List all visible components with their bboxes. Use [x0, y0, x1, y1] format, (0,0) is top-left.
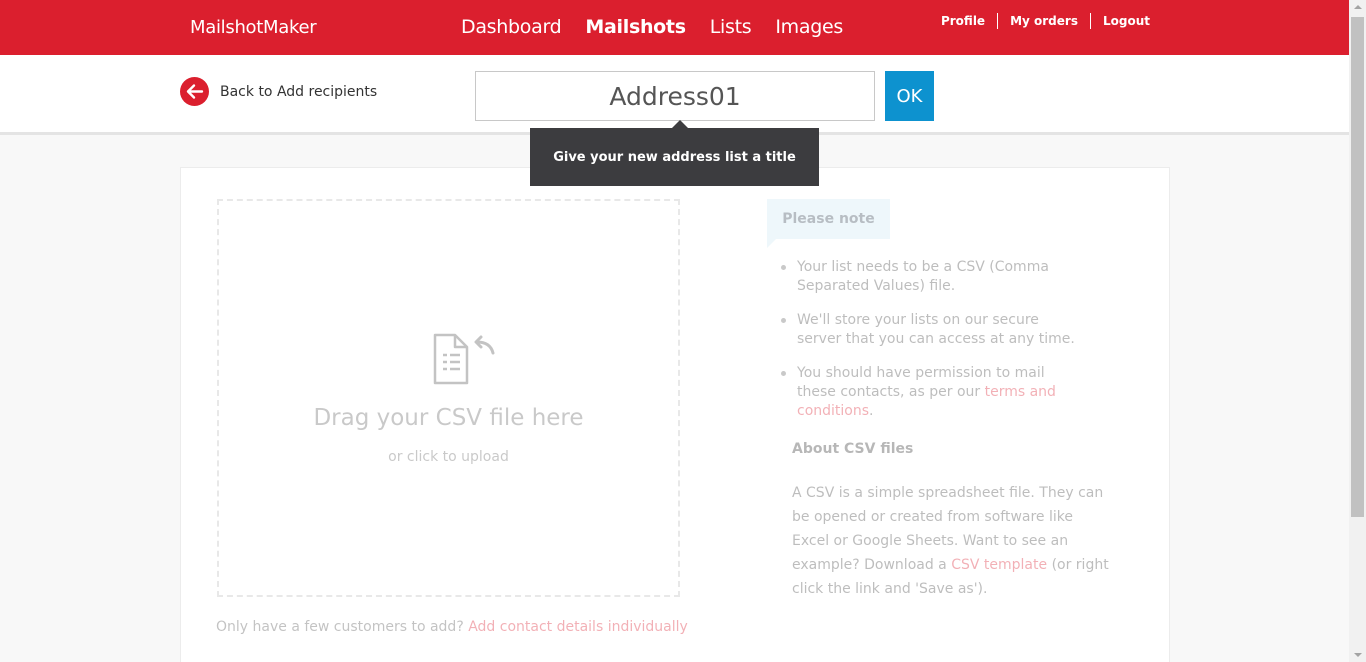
dropzone-subtitle: or click to upload: [388, 449, 509, 465]
ok-button[interactable]: OK: [885, 71, 934, 121]
user-nav: Profile My orders Logout: [929, 13, 1150, 29]
about-csv-text: A CSV is a simple spreadsheet file. They…: [792, 481, 1114, 601]
note-item: Your list needs to be a CSV (Comma Separ…: [779, 258, 1079, 296]
scroll-thumb[interactable]: [1351, 17, 1364, 517]
logout-link[interactable]: Logout: [1091, 13, 1150, 29]
scroll-up-arrow-icon[interactable]: [1354, 5, 1362, 9]
please-note-tab: Please note: [767, 199, 890, 248]
nav-dashboard[interactable]: Dashboard: [461, 16, 562, 38]
nav-mailshots[interactable]: Mailshots: [585, 16, 686, 38]
dropzone-title: Drag your CSV file here: [313, 405, 584, 431]
arrow-left-icon: [180, 77, 209, 106]
my-orders-link[interactable]: My orders: [998, 13, 1090, 29]
nav-images[interactable]: Images: [775, 16, 843, 38]
add-individually-row: Only have a few customers to add? Add co…: [216, 619, 688, 635]
back-to-add-recipients-button[interactable]: Back to Add recipients: [180, 77, 377, 106]
scroll-down-arrow-icon[interactable]: [1354, 653, 1362, 657]
csv-template-link[interactable]: CSV template: [951, 557, 1047, 573]
profile-link[interactable]: Profile: [929, 13, 997, 29]
upload-card: Drag your CSV file here or click to uplo…: [180, 167, 1170, 662]
back-label: Back to Add recipients: [220, 83, 378, 100]
title-tooltip: Give your new address list a title: [530, 120, 819, 186]
main-nav: Dashboard Mailshots Lists Images: [461, 16, 843, 38]
add-individually-link[interactable]: Add contact details individually: [468, 619, 688, 635]
nav-lists[interactable]: Lists: [710, 16, 752, 38]
csv-dropzone[interactable]: Drag your CSV file here or click to uplo…: [217, 199, 680, 597]
app-logo[interactable]: MailshotMaker: [190, 17, 317, 38]
add-individually-prompt: Only have a few customers to add?: [216, 619, 464, 635]
note-list: Your list needs to be a CSV (Comma Separ…: [779, 258, 1079, 436]
top-navigation-bar: MailshotMaker Dashboard Mailshots Lists …: [0, 0, 1349, 55]
note-item: You should have permission to mail these…: [779, 364, 1079, 421]
about-csv-heading: About CSV files: [792, 441, 914, 457]
upload-file-icon: [433, 333, 499, 391]
note-item: We'll store your lists on our secure ser…: [779, 311, 1079, 349]
page-scrollbar[interactable]: [1349, 0, 1366, 662]
list-title-input[interactable]: [475, 71, 875, 121]
note-punctuation: .: [869, 403, 874, 419]
